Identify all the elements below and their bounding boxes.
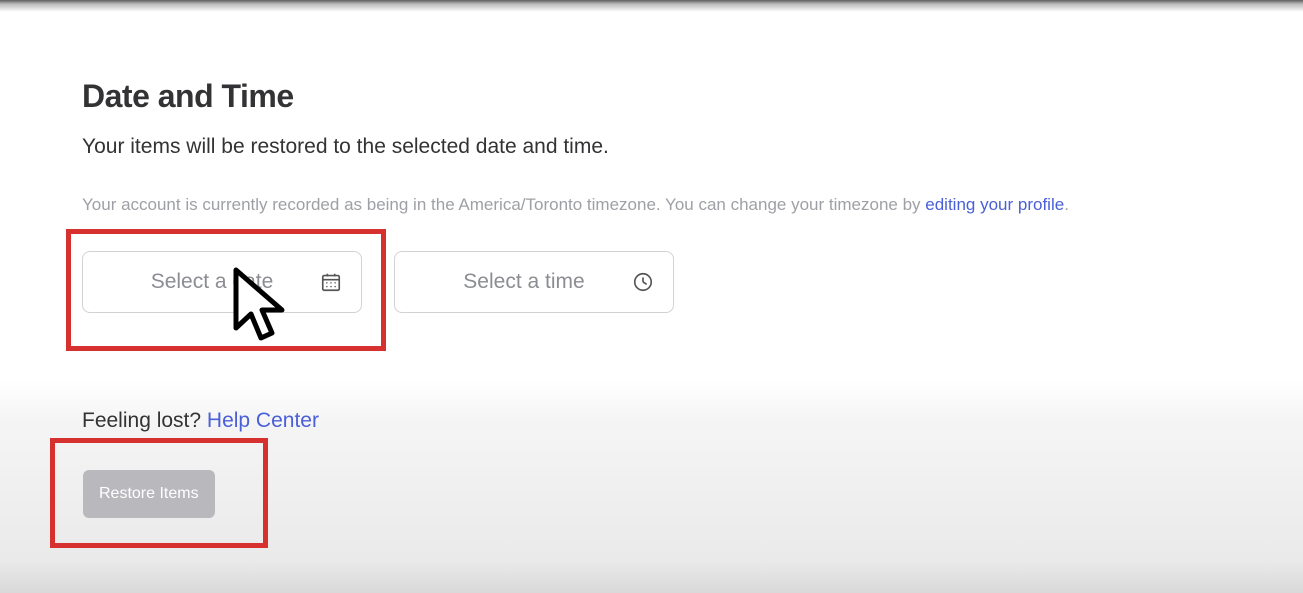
timezone-info: Your account is currently recorded as be…	[82, 195, 1182, 215]
timezone-text: Your account is currently recorded as be…	[82, 195, 925, 214]
date-and-time-section: Date and Time Your items will be restore…	[82, 78, 1182, 433]
time-picker-placeholder: Select a time	[417, 270, 631, 294]
page-title: Date and Time	[82, 78, 1182, 115]
timezone-suffix: .	[1064, 195, 1069, 214]
help-center-link[interactable]: Help Center	[207, 409, 319, 432]
help-prefix: Feeling lost?	[82, 409, 207, 432]
clock-icon	[631, 270, 655, 294]
date-picker-placeholder: Select a date	[105, 270, 319, 294]
page-subtitle: Your items will be restored to the selec…	[82, 135, 1182, 159]
picker-row: Select a date Select a time	[82, 251, 1182, 313]
restore-items-button[interactable]: Restore Items	[83, 470, 215, 518]
calendar-icon	[319, 270, 343, 294]
edit-profile-link[interactable]: editing your profile	[925, 195, 1064, 214]
date-picker[interactable]: Select a date	[82, 251, 362, 313]
help-line: Feeling lost? Help Center	[82, 409, 1182, 433]
time-picker[interactable]: Select a time	[394, 251, 674, 313]
restore-area: Restore Items	[50, 438, 268, 548]
